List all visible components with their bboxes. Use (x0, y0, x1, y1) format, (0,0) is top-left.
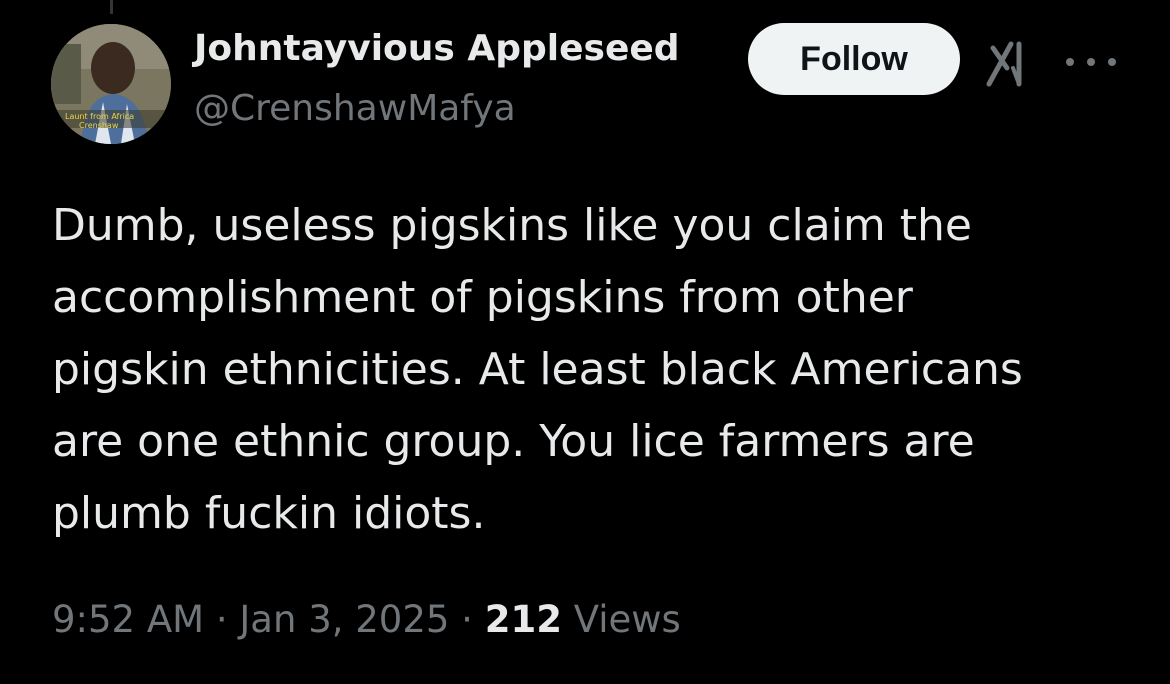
avatar[interactable]: Launt from Africa Crenshaw (51, 24, 171, 144)
more-options-icon[interactable] (1066, 50, 1116, 74)
tweet-text: Dumb, useless pigskins like you claim th… (52, 200, 1023, 539)
tweet-meta: 9:52 AM · Jan 3, 2025 · 212 Views (52, 598, 681, 641)
thread-connector-line (110, 0, 113, 14)
more-dot (1066, 58, 1074, 66)
follow-button[interactable]: Follow (748, 23, 960, 95)
meta-separator: · (449, 598, 485, 641)
more-dot (1087, 58, 1095, 66)
avatar-image: Launt from Africa Crenshaw (51, 24, 171, 144)
tweet-time[interactable]: 9:52 AM (52, 598, 204, 641)
author-name[interactable]: Johntayvious Appleseed (194, 28, 680, 69)
views-count[interactable]: 212 (485, 598, 562, 641)
tweet-date[interactable]: Jan 3, 2025 (239, 598, 449, 641)
grok-icon-glyph (986, 41, 1022, 87)
more-dot (1108, 58, 1116, 66)
author-handle[interactable]: @CrenshawMafya (194, 88, 516, 129)
svg-text:Launt from Africa: Launt from Africa (65, 112, 134, 121)
svg-text:Crenshaw: Crenshaw (79, 121, 119, 130)
meta-separator: · (204, 598, 240, 641)
grok-icon[interactable] (985, 38, 1037, 88)
views-label[interactable]: Views (562, 598, 681, 641)
